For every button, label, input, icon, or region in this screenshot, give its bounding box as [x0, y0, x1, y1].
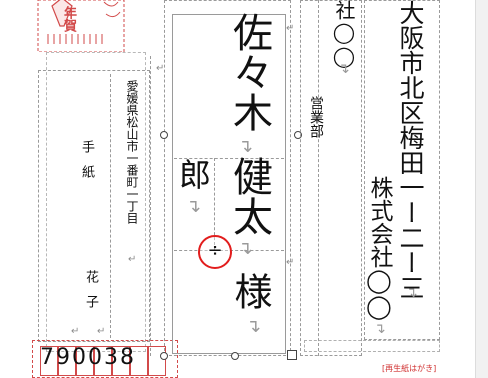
selection-handle[interactable] — [231, 352, 239, 360]
newline-mark: ↴ — [238, 238, 254, 259]
selection-handle[interactable] — [160, 131, 168, 139]
recipient-given-name[interactable]: 健太 — [226, 156, 272, 236]
paragraph-mark: ↵ — [286, 257, 295, 268]
recipient-given-suffix[interactable]: 郎 — [174, 158, 212, 190]
paragraph-mark: ↵ — [128, 254, 137, 265]
postal-frame — [32, 340, 178, 378]
newline-mark: ↴ — [338, 61, 350, 77]
paragraph-mark: ↵ — [71, 326, 80, 337]
newline-mark: ↴ — [238, 136, 254, 157]
recipient-surname[interactable]: 佐々木 — [226, 12, 272, 132]
sender-address[interactable]: 愛媛県松山市一番町一丁目 — [124, 80, 141, 224]
department-guide — [318, 0, 319, 356]
resize-handle[interactable] — [287, 350, 297, 360]
newline-mark: ↴ — [186, 196, 202, 217]
document-page: 年賀 愛媛県松山市一番町一丁目 手紙 花子 ↵ ↵ ↵ ↵ 790038 佐々木… — [0, 0, 476, 378]
newline-mark: ↴ — [374, 321, 386, 337]
recipient-company-top[interactable]: 社◯◯ — [332, 0, 356, 68]
paragraph-mark: ↵ — [97, 326, 106, 337]
recipient-honorific[interactable]: 様 — [228, 272, 272, 310]
recycled-paper-note: [再生紙はがき] — [382, 364, 437, 373]
recipient-address[interactable]: 大阪市北区梅田一ー二ー三 — [396, 0, 425, 300]
sender-name-line2[interactable]: 花子 — [81, 270, 100, 320]
recipient-department[interactable]: 営業部 — [306, 96, 326, 138]
vertical-scrollbar[interactable] — [475, 0, 488, 378]
selection-handle[interactable] — [160, 352, 168, 360]
recipient-company[interactable]: 株式会社◯◯ — [366, 176, 392, 320]
sender-name-line1[interactable]: 手紙 — [77, 140, 96, 190]
newline-mark: ↴ — [406, 285, 418, 301]
sender-column-guide — [150, 56, 151, 356]
resize-cursor-indicator: ÷ — [198, 235, 232, 269]
newline-mark: ↴ — [246, 316, 262, 337]
resize-cursor-icon: ÷ — [207, 240, 223, 261]
address-bottom-guide — [304, 340, 440, 352]
sender-divider — [110, 74, 111, 338]
paragraph-mark: ↵ — [286, 23, 295, 34]
stamp-brand-text: 年賀 — [61, 6, 76, 32]
